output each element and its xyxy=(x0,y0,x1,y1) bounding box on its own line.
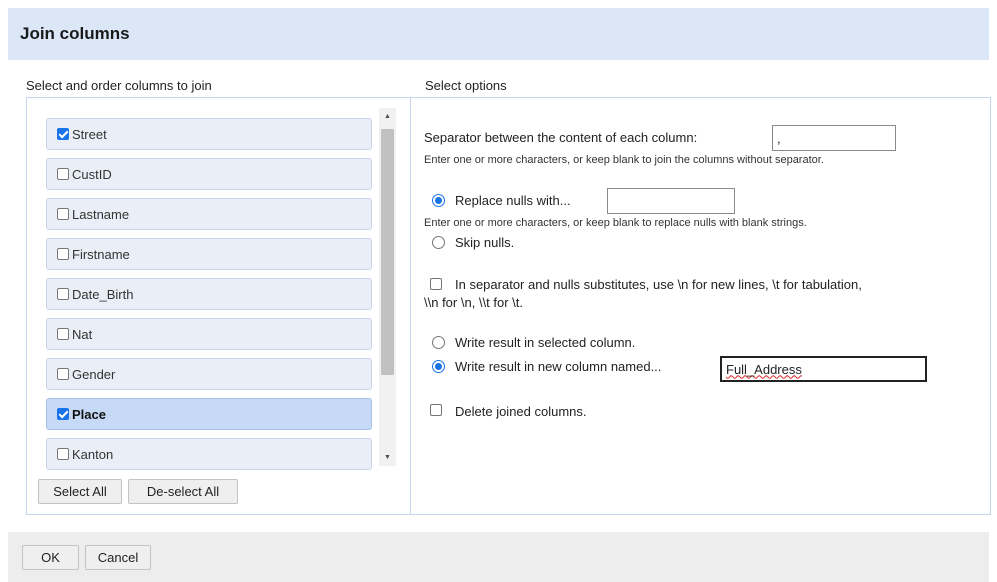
column-item-label: Place xyxy=(72,406,106,422)
scroll-up-arrow-icon[interactable]: ▲ xyxy=(379,108,396,125)
write-new-column-label: Write result in new column named... xyxy=(455,359,662,374)
escape-sequences-label-line1: In separator and nulls substitutes, use … xyxy=(455,277,862,292)
delete-joined-label: Delete joined columns. xyxy=(455,404,587,419)
column-item-label: Lastname xyxy=(72,206,130,222)
column-item-nat[interactable]: Nat xyxy=(46,318,372,350)
write-selected-label: Write result in selected column. xyxy=(455,335,636,350)
column-item-label: Street xyxy=(72,126,107,142)
checkbox-icon[interactable] xyxy=(57,288,69,300)
column-item-kanton[interactable]: Kanton xyxy=(46,438,372,470)
column-item-firstname[interactable]: Firstname xyxy=(46,238,372,270)
separator-input[interactable]: , xyxy=(772,125,896,151)
cancel-button[interactable]: Cancel xyxy=(85,545,151,570)
checkbox-icon[interactable] xyxy=(57,328,69,340)
column-item-label: Date_Birth xyxy=(72,286,134,302)
select-all-button[interactable]: Select All xyxy=(38,479,122,504)
replace-nulls-help: Enter one or more characters, or keep bl… xyxy=(424,217,807,229)
checkbox-checked-icon[interactable] xyxy=(57,408,69,420)
checkbox-checked-icon[interactable] xyxy=(57,128,69,140)
checkbox-icon[interactable] xyxy=(57,248,69,260)
write-selected-radio[interactable] xyxy=(432,336,445,349)
checkbox-icon[interactable] xyxy=(57,208,69,220)
replace-nulls-label: Replace nulls with... xyxy=(455,193,571,208)
column-item-label: CustID xyxy=(72,166,112,182)
left-section-label: Select and order columns to join xyxy=(26,78,212,93)
column-item-label: Nat xyxy=(72,326,93,342)
new-column-name-value: Full_Address xyxy=(726,361,802,377)
dialog-footer: OK Cancel xyxy=(8,532,989,582)
dialog-header: Join columns xyxy=(8,8,989,60)
column-item-lastname[interactable]: Lastname xyxy=(46,198,372,230)
column-list-scrollbar[interactable]: ▲ ▼ xyxy=(379,108,396,466)
column-item-street[interactable]: Street xyxy=(46,118,372,150)
column-list-panel: Street CustID Lastname Firstname Date_Bi… xyxy=(26,97,411,515)
options-panel: Separator between the content of each co… xyxy=(411,97,991,515)
escape-sequences-label-line2: \\n for \n, \\t for \t. xyxy=(424,295,523,310)
skip-nulls-radio[interactable] xyxy=(432,236,445,249)
column-item-place[interactable]: Place xyxy=(46,398,372,430)
deselect-all-button[interactable]: De-select All xyxy=(128,479,238,504)
dialog-title: Join columns xyxy=(20,24,130,43)
separator-label: Separator between the content of each co… xyxy=(424,130,698,145)
scroll-down-arrow-icon[interactable]: ▼ xyxy=(379,449,396,466)
column-item-label: Firstname xyxy=(72,246,130,262)
separator-help: Enter one or more characters, or keep bl… xyxy=(424,154,824,166)
checkbox-icon[interactable] xyxy=(57,368,69,380)
column-item-label: Kanton xyxy=(72,446,114,462)
skip-nulls-label: Skip nulls. xyxy=(455,235,515,250)
ok-button[interactable]: OK xyxy=(22,545,79,570)
escape-sequences-checkbox[interactable] xyxy=(430,278,442,290)
new-column-name-input[interactable]: Full_Address xyxy=(720,356,927,382)
replace-nulls-input[interactable] xyxy=(607,188,735,214)
column-item-label: Gender xyxy=(72,366,116,382)
column-item-gender[interactable]: Gender xyxy=(46,358,372,390)
column-item-custid[interactable]: CustID xyxy=(46,158,372,190)
write-new-column-radio[interactable] xyxy=(432,360,445,373)
checkbox-icon[interactable] xyxy=(57,448,69,460)
right-section-label: Select options xyxy=(425,78,507,93)
replace-nulls-radio[interactable] xyxy=(432,194,445,207)
column-item-date-birth[interactable]: Date_Birth xyxy=(46,278,372,310)
delete-joined-checkbox[interactable] xyxy=(430,404,442,416)
scroll-thumb[interactable] xyxy=(381,129,394,375)
checkbox-icon[interactable] xyxy=(57,168,69,180)
